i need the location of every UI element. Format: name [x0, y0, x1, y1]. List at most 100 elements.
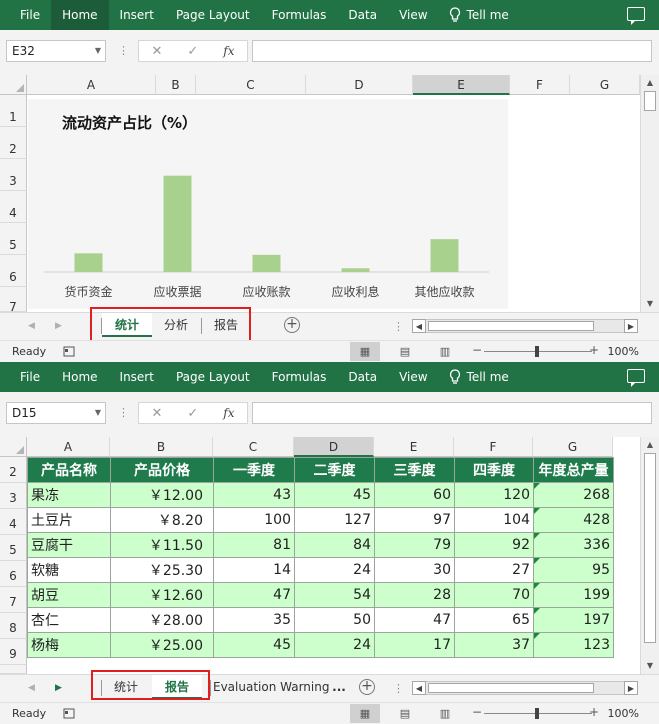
- scroll-thumb[interactable]: [428, 683, 594, 693]
- table-cell[interactable]: 土豆片: [27, 507, 111, 533]
- scroll-thumb[interactable]: [644, 91, 656, 111]
- table-cell[interactable]: 127: [294, 507, 375, 533]
- table-cell[interactable]: 47: [213, 582, 295, 608]
- menu-home[interactable]: Home: [51, 0, 109, 30]
- col-header-c[interactable]: C: [213, 437, 294, 457]
- confirm-icon[interactable]: ✓: [187, 44, 198, 59]
- row-header-5[interactable]: 5: [0, 223, 27, 255]
- scroll-left-icon[interactable]: ◀: [412, 319, 426, 333]
- chart-bar-0[interactable]: [74, 253, 103, 272]
- table-cell[interactable]: ￥28.00: [110, 607, 214, 633]
- add-sheet-icon[interactable]: +: [359, 679, 375, 695]
- menu-insert[interactable]: Insert: [109, 362, 165, 392]
- table-cell[interactable]: 杨梅: [27, 632, 111, 658]
- col-header-f[interactable]: F: [510, 75, 570, 95]
- table-cell[interactable]: 84: [294, 532, 375, 558]
- table-cell[interactable]: 95: [533, 557, 614, 583]
- name-box[interactable]: E32 ▼: [6, 40, 106, 62]
- comment-icon[interactable]: [627, 7, 645, 25]
- menu-insert[interactable]: Insert: [109, 0, 165, 30]
- page-break-view-icon[interactable]: ▥: [430, 704, 460, 723]
- zoom-level[interactable]: 100%: [608, 345, 639, 358]
- menu-data[interactable]: Data: [337, 362, 388, 392]
- col-header-g[interactable]: G: [533, 437, 613, 457]
- table-cell[interactable]: ￥12.00: [110, 482, 214, 508]
- more-sheets[interactable]: ...: [331, 675, 347, 699]
- confirm-icon[interactable]: ✓: [187, 406, 198, 421]
- table-cell[interactable]: 30: [374, 557, 455, 583]
- normal-view-icon[interactable]: ▦: [350, 704, 380, 723]
- row-header-8[interactable]: 8: [0, 613, 27, 639]
- add-sheet-icon[interactable]: +: [284, 317, 300, 333]
- table-cell[interactable]: 43: [213, 482, 295, 508]
- row-header-3[interactable]: 3: [0, 159, 27, 191]
- scroll-left-icon[interactable]: ◀: [412, 681, 426, 695]
- top-horizontal-scrollbar[interactable]: ◀ ▶: [412, 319, 638, 333]
- table-cell[interactable]: 199: [533, 582, 614, 608]
- row-header-1[interactable]: 1: [0, 95, 27, 127]
- menu-page-layout[interactable]: Page Layout: [165, 362, 261, 392]
- table-header-cell[interactable]: 产品名称: [27, 457, 111, 483]
- col-header-b[interactable]: B: [156, 75, 196, 95]
- row-header-5[interactable]: 5: [0, 535, 27, 561]
- zoom-in-icon[interactable]: +: [589, 343, 599, 357]
- table-cell[interactable]: 47: [374, 607, 455, 633]
- table-cell[interactable]: 28: [374, 582, 455, 608]
- table-header-cell[interactable]: 三季度: [374, 457, 455, 483]
- table-cell[interactable]: 24: [294, 557, 375, 583]
- next-sheet-icon[interactable]: ▶: [55, 675, 62, 702]
- next-sheet-icon[interactable]: ▶: [55, 313, 62, 340]
- table-cell[interactable]: 杏仁: [27, 607, 111, 633]
- table-cell[interactable]: 35: [213, 607, 295, 633]
- top-vertical-scrollbar[interactable]: ▲ ▼: [640, 75, 659, 312]
- zoom-slider[interactable]: [535, 346, 539, 357]
- table-cell[interactable]: ￥11.50: [110, 532, 214, 558]
- row-header-6[interactable]: 6: [0, 561, 27, 587]
- table-cell[interactable]: ￥25.00: [110, 632, 214, 658]
- table-cell[interactable]: 24: [294, 632, 375, 658]
- prev-sheet-icon[interactable]: ◀: [28, 313, 35, 340]
- menu-home[interactable]: Home: [51, 362, 108, 392]
- table-cell[interactable]: 197: [533, 607, 614, 633]
- row-header-3[interactable]: 3: [0, 483, 27, 509]
- menu-formulas[interactable]: Formulas: [261, 362, 338, 392]
- row-header-10[interactable]: [0, 665, 27, 674]
- chart-bar-2[interactable]: [252, 254, 281, 272]
- macro-record-icon[interactable]: [63, 707, 75, 719]
- normal-view-icon[interactable]: ▦: [350, 342, 380, 361]
- scroll-up-icon[interactable]: ▲: [641, 75, 659, 91]
- table-cell[interactable]: 45: [294, 482, 375, 508]
- tab-tongji[interactable]: 统计: [102, 313, 152, 337]
- menu-file[interactable]: File: [0, 362, 51, 392]
- scroll-up-icon[interactable]: ▲: [641, 437, 659, 453]
- table-cell[interactable]: 70: [454, 582, 534, 608]
- table-cell[interactable]: 17: [374, 632, 455, 658]
- menu-file[interactable]: File: [0, 0, 51, 30]
- col-header-b[interactable]: B: [110, 437, 213, 457]
- table-cell[interactable]: 336: [533, 532, 614, 558]
- comment-icon[interactable]: [627, 369, 645, 387]
- table-cell[interactable]: ￥8.20: [110, 507, 214, 533]
- table-cell[interactable]: ￥25.30: [110, 557, 214, 583]
- table-cell[interactable]: 97: [374, 507, 455, 533]
- menu-view[interactable]: View: [388, 0, 438, 30]
- table-cell[interactable]: 268: [533, 482, 614, 508]
- menu-formulas[interactable]: Formulas: [261, 0, 338, 30]
- table-cell[interactable]: 428: [533, 507, 614, 533]
- menu-data[interactable]: Data: [337, 0, 388, 30]
- row-header-2[interactable]: 2: [0, 457, 27, 483]
- scroll-thumb[interactable]: [428, 321, 594, 331]
- insert-function-icon[interactable]: fx: [223, 44, 234, 58]
- table-cell[interactable]: 79: [374, 532, 455, 558]
- col-header-g[interactable]: G: [570, 75, 640, 95]
- row-header-9[interactable]: 9: [0, 639, 27, 665]
- name-box[interactable]: D15 ▼: [6, 402, 106, 424]
- table-cell[interactable]: 胡豆: [27, 582, 111, 608]
- table-cell[interactable]: 120: [454, 482, 534, 508]
- row-header-7[interactable]: 7: [0, 287, 27, 314]
- col-header-a[interactable]: A: [27, 75, 156, 95]
- menu-page-layout[interactable]: Page Layout: [165, 0, 261, 30]
- select-all-corner[interactable]: [0, 75, 27, 95]
- scroll-right-icon[interactable]: ▶: [624, 319, 638, 333]
- cancel-icon[interactable]: ✕: [151, 406, 162, 421]
